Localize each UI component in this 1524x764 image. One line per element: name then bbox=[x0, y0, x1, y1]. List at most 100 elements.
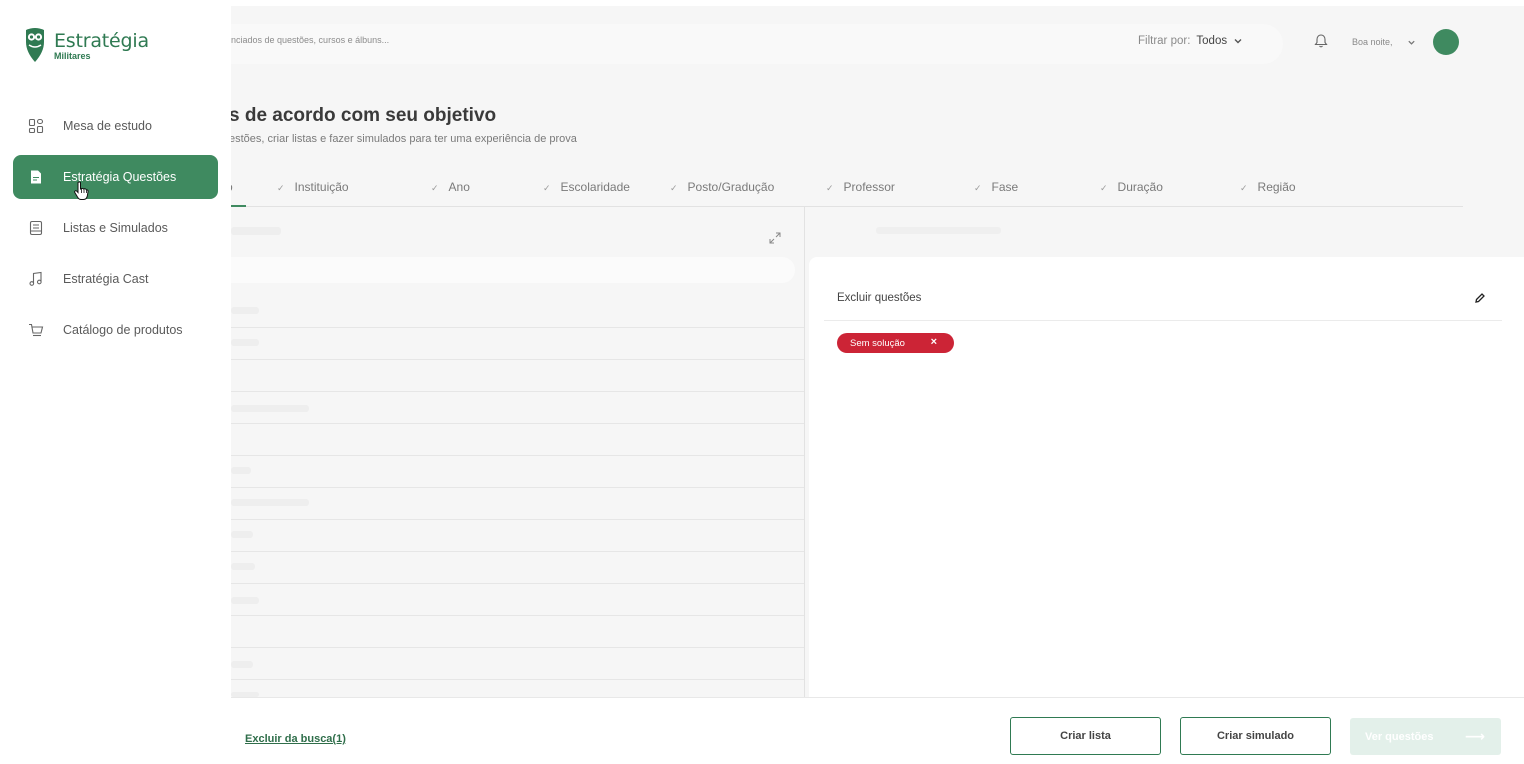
panel-divider bbox=[804, 207, 805, 697]
document-icon bbox=[28, 169, 44, 185]
row-divider bbox=[231, 359, 804, 360]
exclude-search-link[interactable]: Excluir da busca(1) bbox=[245, 733, 346, 745]
blurred-row bbox=[231, 563, 255, 570]
blurred-row bbox=[231, 339, 259, 346]
exclude-questions-card: Excluir questões Sem solução × bbox=[809, 257, 1524, 697]
tab-instituicao[interactable]: ✓ Instituição bbox=[277, 180, 349, 194]
chevron-down-icon bbox=[1233, 36, 1243, 46]
row-divider bbox=[231, 327, 804, 328]
row-divider bbox=[231, 647, 804, 648]
logo-text: Estratégia Militares bbox=[54, 30, 149, 61]
chevron-down-icon bbox=[1407, 38, 1416, 47]
row-divider bbox=[231, 679, 804, 680]
filter-value: Todos bbox=[1196, 35, 1227, 47]
sidebar-item-listas-e-simulados[interactable]: Listas e Simulados bbox=[13, 206, 218, 250]
owl-logo-icon bbox=[24, 26, 46, 64]
page-subtitle: estões, criar listas e fazer simulados p… bbox=[229, 133, 577, 145]
check-icon: ✓ bbox=[670, 183, 678, 193]
page: Filtrar por: Todos Boa noite, s de acord… bbox=[0, 0, 1524, 764]
row-divider bbox=[231, 391, 804, 392]
logo[interactable]: Estratégia Militares bbox=[24, 26, 149, 64]
row-divider bbox=[231, 583, 804, 584]
tab-professor[interactable]: ✓ Professor bbox=[826, 180, 895, 194]
expand-icon[interactable] bbox=[769, 232, 781, 244]
filter-label: Filtrar por: bbox=[1138, 35, 1190, 47]
check-icon: ✓ bbox=[826, 183, 834, 193]
sidebar-item-mesa-de-estudo[interactable]: Mesa de estudo bbox=[13, 104, 218, 148]
row-divider bbox=[231, 455, 804, 456]
tab-label: Fase bbox=[992, 180, 1019, 194]
filter-tabs: o ✓Instituição ✓Ano ✓Escolaridade ✓Posto… bbox=[231, 174, 1463, 207]
blurred-row bbox=[231, 499, 309, 506]
pencil-icon[interactable] bbox=[1474, 292, 1486, 304]
tab-label: Instituição bbox=[295, 180, 349, 194]
search-input[interactable] bbox=[231, 35, 731, 45]
tab-fase[interactable]: ✓ Fase bbox=[974, 180, 1018, 194]
check-icon: ✓ bbox=[974, 183, 982, 193]
see-questions-label: Ver questões bbox=[1365, 731, 1433, 743]
create-simulation-button[interactable]: Criar simulado bbox=[1180, 717, 1331, 755]
tab-label: Ano bbox=[449, 180, 470, 194]
tab-label: Escolaridade bbox=[561, 180, 630, 194]
row-divider bbox=[231, 519, 804, 520]
list-icon bbox=[28, 220, 44, 236]
tab-posto[interactable]: ✓ Posto/Gradução bbox=[670, 180, 774, 194]
grid-icon bbox=[28, 118, 44, 134]
tab-ano[interactable]: ✓ Ano bbox=[431, 180, 470, 194]
check-icon: ✓ bbox=[431, 183, 439, 193]
user-menu[interactable]: Boa noite, bbox=[1352, 37, 1416, 47]
blurred-row bbox=[231, 531, 253, 538]
sidebar-item-estrategia-questoes[interactable]: Estratégia Questões bbox=[13, 155, 218, 199]
blurred-row bbox=[231, 307, 259, 314]
sidebar: Estratégia Militares Mesa de estudo Estr… bbox=[0, 0, 231, 764]
top-bar: Filtrar por: Todos bbox=[231, 24, 1283, 64]
blurred-right-heading bbox=[876, 227, 1001, 234]
tab-label: Duração bbox=[1118, 180, 1163, 194]
sidebar-item-catalogo-de-produtos[interactable]: Catálogo de produtos bbox=[13, 308, 218, 352]
filter-options-panel bbox=[231, 207, 804, 697]
avatar[interactable] bbox=[1433, 29, 1459, 55]
sidebar-item-label: Catálogo de produtos bbox=[63, 323, 183, 337]
tab-regiao[interactable]: ✓ Região bbox=[1240, 180, 1296, 194]
brand-sub: Militares bbox=[54, 51, 149, 61]
blurred-heading bbox=[231, 227, 281, 235]
create-list-button[interactable]: Criar lista bbox=[1010, 717, 1161, 755]
row-divider bbox=[231, 615, 804, 616]
music-icon bbox=[28, 271, 44, 287]
see-questions-button[interactable]: Ver questões ⟶ bbox=[1350, 718, 1501, 755]
sidebar-item-estrategia-cast[interactable]: Estratégia Cast bbox=[13, 257, 218, 301]
row-divider bbox=[231, 423, 804, 424]
blurred-row bbox=[231, 467, 251, 474]
tab-duracao[interactable]: ✓ Duração bbox=[1100, 180, 1163, 194]
check-icon: ✓ bbox=[1100, 183, 1108, 193]
blurred-row bbox=[231, 661, 253, 668]
greeting-text: Boa noite, bbox=[1352, 37, 1393, 47]
check-icon: ✓ bbox=[277, 183, 285, 193]
sidebar-item-label: Estratégia Cast bbox=[63, 272, 148, 286]
exclude-divider bbox=[824, 320, 1502, 321]
tab-label: Região bbox=[1258, 180, 1296, 194]
tab-escolaridade[interactable]: ✓ Escolaridade bbox=[543, 180, 630, 194]
check-icon: ✓ bbox=[543, 183, 551, 193]
blurred-row bbox=[231, 405, 309, 412]
sidebar-item-label: Listas e Simulados bbox=[63, 221, 168, 235]
exclude-title: Excluir questões bbox=[837, 292, 921, 304]
filter-dropdown[interactable]: Filtrar por: Todos bbox=[1138, 35, 1243, 47]
tab-label: Professor bbox=[844, 180, 895, 194]
blurred-row bbox=[231, 597, 259, 604]
exclusion-chip[interactable]: Sem solução × bbox=[837, 333, 954, 353]
sidebar-item-label: Mesa de estudo bbox=[63, 119, 152, 133]
close-icon[interactable]: × bbox=[931, 336, 937, 348]
check-icon: ✓ bbox=[1240, 183, 1248, 193]
hand-pointer-icon bbox=[73, 181, 89, 201]
sidebar-nav: Mesa de estudo Estratégia Questões Lista… bbox=[13, 104, 218, 359]
bell-icon[interactable] bbox=[1313, 33, 1329, 49]
page-title: s de acordo com seu objetivo bbox=[229, 105, 496, 127]
cart-icon bbox=[28, 322, 44, 338]
chip-label: Sem solução bbox=[850, 338, 905, 349]
tab-label: Posto/Gradução bbox=[688, 180, 775, 194]
row-divider bbox=[231, 551, 804, 552]
blurred-search-field[interactable] bbox=[231, 257, 795, 283]
row-divider bbox=[231, 487, 804, 488]
action-footer: Excluir da busca(1) Criar lista Criar si… bbox=[231, 697, 1524, 758]
